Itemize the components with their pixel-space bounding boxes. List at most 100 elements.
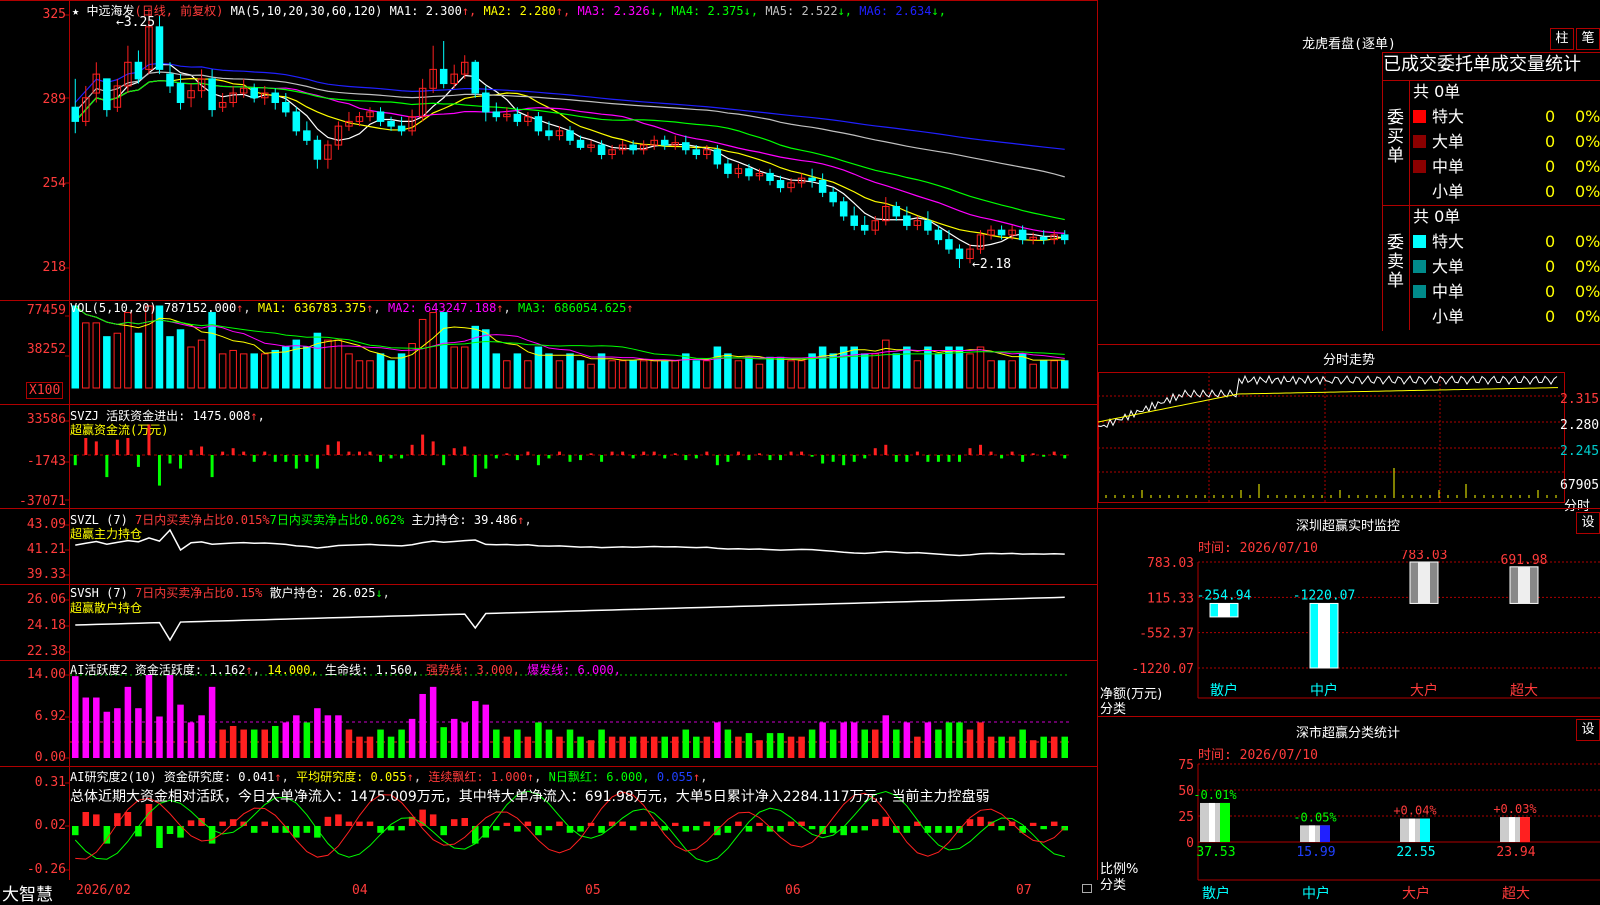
research-bar (756, 822, 763, 826)
legend-swatch (1413, 110, 1426, 123)
flow-bar (231, 448, 235, 455)
volume-bar (1050, 360, 1058, 389)
volume-bar (303, 346, 311, 389)
monitor-category-label: 散户 (1210, 682, 1238, 699)
flow-bar (157, 455, 161, 486)
flow-bar (600, 455, 604, 462)
activity-bar (903, 722, 911, 758)
flow-bar (905, 455, 909, 462)
ma-line (74, 80, 1065, 234)
activity-bar (208, 686, 216, 758)
candle-body (534, 116, 543, 132)
research-bar (977, 816, 984, 826)
candle-body (629, 144, 637, 151)
row-count: 0 (1545, 257, 1556, 276)
fenshi-chart[interactable] (1098, 366, 1600, 508)
research-bar (219, 821, 226, 826)
flow-bar (652, 451, 656, 455)
monitor-ytick: 115.33 (1147, 591, 1194, 606)
candle-body (1039, 236, 1048, 241)
flow-bar (315, 455, 319, 469)
activity-bar (1029, 740, 1037, 758)
ma-value: MA4: 2.375 (664, 4, 744, 18)
research-bar (145, 804, 153, 826)
app-logo[interactable]: 大智慧 (2, 880, 53, 905)
kline-panel[interactable]: ←3.25←2.18 (0, 0, 1098, 880)
volume-bar (450, 346, 458, 389)
candle-body (397, 125, 406, 132)
research-bar (461, 818, 468, 826)
volume-bar (471, 325, 480, 389)
kline-ytick: 289 (42, 92, 66, 107)
legend-swatch (1413, 310, 1426, 323)
research-bar (945, 826, 953, 833)
activity-bar (177, 704, 184, 758)
candle-body (850, 215, 858, 226)
volume-bar (892, 353, 901, 389)
flow-bar (557, 451, 561, 455)
activity-bar (240, 729, 247, 758)
row-pct: 0% (1575, 282, 1600, 301)
buy-row: 中单 0 0% (1413, 156, 1600, 178)
volume-bar (239, 353, 248, 389)
vol-ytick: 77459 (26, 303, 66, 318)
volume-bar (124, 312, 132, 389)
sz-monitor-xlabel: 分类 (1100, 702, 1127, 717)
class-value-label: 23.94 (1496, 845, 1535, 860)
main-chart-area[interactable]: ←3.25 ←2.18 ★ 中远海发(日线, 前复权) MA(5,10,20,30… (0, 0, 1098, 905)
flow-bar (705, 451, 709, 455)
flow-bar (1052, 451, 1056, 455)
sz-monitor-settings-button[interactable]: 设 (1576, 512, 1600, 534)
flow-bar (915, 451, 919, 455)
flow-bar (442, 455, 446, 466)
activity-bar (1040, 736, 1047, 758)
xaxis-label: 04 (352, 883, 368, 898)
flow-bar (84, 438, 88, 455)
monitor-bar-highlight (1418, 562, 1430, 604)
research-bar (1050, 821, 1058, 826)
bi-button[interactable]: 笔 (1576, 28, 1600, 50)
candle-body (597, 144, 606, 156)
volume-bar (650, 360, 658, 389)
row-pct: 0% (1575, 107, 1600, 126)
activity-bar (1008, 736, 1016, 758)
svsh-ytick: 22.38 (26, 644, 66, 659)
period-label: (日线, 前复权) (134, 4, 224, 18)
flow-bar (926, 455, 930, 462)
ma-value: MA2: 2.280 (476, 4, 556, 18)
volume-bar (797, 360, 806, 389)
sz-class-settings-button[interactable]: 设 (1576, 719, 1600, 741)
research-bar (545, 826, 553, 831)
activity-bar (882, 715, 890, 758)
flow-bar (947, 455, 951, 462)
class-value-label: 37.53 (1196, 845, 1235, 860)
research-bar (619, 821, 626, 826)
svzj-subtitle: 超赢资金流(万元) (70, 423, 169, 437)
volume-bar (1039, 360, 1048, 389)
research-bar (672, 822, 679, 826)
volume-bar (882, 339, 890, 389)
research-bar (93, 814, 100, 826)
activity-bar (861, 729, 868, 758)
flow-bar (200, 446, 204, 455)
class-bar-highlight (1509, 817, 1515, 842)
volume-bar (439, 312, 448, 389)
monitor-category-label: 大户 (1410, 682, 1438, 699)
flow-bar (831, 455, 835, 462)
flow-bar (989, 451, 993, 455)
activity-bar (703, 736, 711, 758)
candle-body (766, 172, 774, 182)
flow-bar (842, 455, 846, 466)
flow-bar (757, 453, 761, 455)
activity-bar (598, 729, 605, 758)
flow-bar (589, 453, 593, 455)
volume-bar (418, 318, 427, 389)
volume-bar (313, 332, 322, 389)
star-icon[interactable]: ★ (72, 4, 79, 18)
volume-bar (755, 363, 764, 389)
zhu-button[interactable]: 柱 (1550, 28, 1574, 50)
activity-bar (724, 729, 732, 758)
activity-bar (977, 722, 984, 758)
lock-icon[interactable] (1082, 884, 1092, 893)
activity-bar (429, 686, 437, 758)
